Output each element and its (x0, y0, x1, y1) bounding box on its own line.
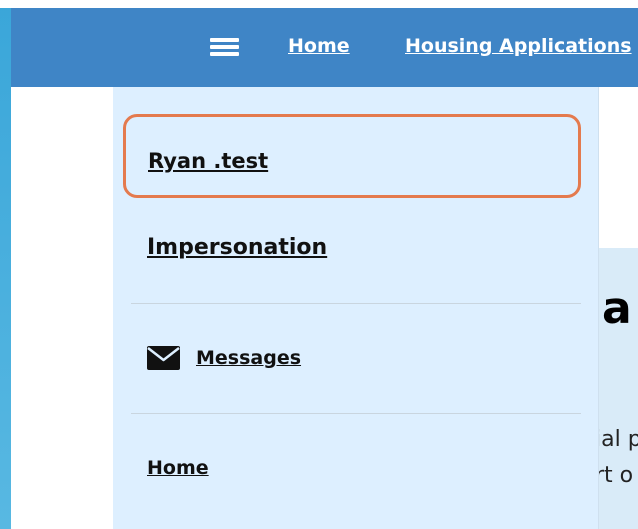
content-text-line: ial p (595, 427, 638, 452)
content-heading: a (602, 283, 632, 334)
content-text-line: rt o (595, 463, 634, 488)
window-top-border (0, 0, 638, 8)
messages-menu-item[interactable]: Messages (147, 343, 301, 373)
hamburger-menu-icon[interactable] (210, 35, 240, 59)
menu-divider (131, 303, 581, 304)
envelope-icon (147, 346, 180, 370)
top-navigation-bar: Home Housing Applications (11, 8, 638, 87)
nav-link-home[interactable]: Home (288, 35, 350, 57)
user-name-link[interactable]: Ryan .test (148, 149, 268, 173)
menu-divider (131, 413, 581, 414)
messages-label: Messages (196, 347, 302, 369)
nav-link-housing-applications[interactable]: Housing Applications (405, 35, 632, 57)
window-left-border (0, 0, 11, 529)
navigation-dropdown-menu: Ryan .test Impersonation Messages Home (113, 87, 599, 529)
impersonation-link[interactable]: Impersonation (147, 235, 327, 260)
user-menu-item[interactable]: Ryan .test (123, 114, 581, 198)
dropdown-home-link[interactable]: Home (147, 457, 209, 479)
